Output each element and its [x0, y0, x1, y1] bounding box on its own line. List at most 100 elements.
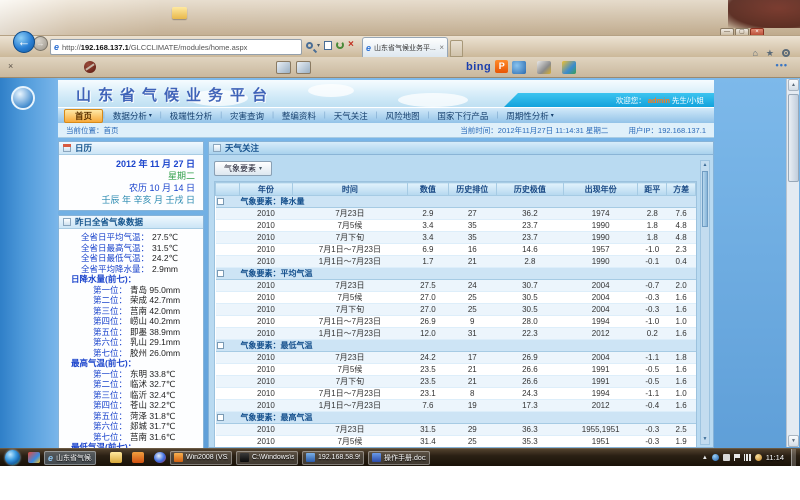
show-desktop-button[interactable]	[791, 449, 796, 467]
column-header[interactable]: 历史排位	[448, 183, 496, 196]
rank-value[interactable]: 崂山 40.2mm	[127, 316, 180, 327]
addon-card-icon[interactable]	[276, 61, 291, 74]
hidden-icons-chevron[interactable]: ▲	[702, 455, 708, 461]
table-row[interactable]: 20101月1日～7月23日12.03122.320120.21.6	[216, 328, 696, 340]
nav-item-weather-watch[interactable]: 天气关注	[326, 109, 376, 123]
scroll-down-icon[interactable]: ▼	[788, 435, 799, 447]
nav-item-extreme-analysis[interactable]: 极端性分析	[162, 109, 221, 123]
desktop-shortcut-icon[interactable]	[172, 7, 187, 19]
taskbar-button-remote-window[interactable]: 192.168.58.99...	[302, 451, 364, 465]
column-header[interactable]: 时间	[292, 183, 407, 196]
group-row[interactable]: 气象要素：最低气温	[216, 340, 696, 352]
table-row[interactable]: 20107月1日～7月23日6.91614.61957-1.02.3	[216, 244, 696, 256]
rank-value[interactable]: 郯城 31.7℃	[127, 421, 175, 432]
rank-value[interactable]: 胶州 26.0mm	[127, 348, 180, 359]
rank-value[interactable]: 临沭 32.7℃	[127, 379, 175, 390]
column-header[interactable]: 方差	[667, 183, 696, 196]
share-tool-icon[interactable]	[562, 61, 576, 74]
group-row[interactable]: 气象要素：平均气温	[216, 268, 696, 280]
taskbar-button-vm-window[interactable]: Win2008 (VS2...	[170, 451, 232, 465]
table-row[interactable]: 20101月1日～7月23日1.7212.81990-0.10.4	[216, 256, 696, 268]
column-header[interactable]: 出现年份	[563, 183, 637, 196]
scroll-down-icon[interactable]: ▼	[701, 435, 709, 444]
table-row[interactable]: 20107月5候23.52126.61991-0.51.6	[216, 364, 696, 376]
group-checkbox[interactable]	[217, 270, 224, 277]
column-header[interactable]: 距平	[638, 183, 667, 196]
rank-value[interactable]: 青岛 95.0mm	[127, 285, 180, 296]
table-row[interactable]: 20107月23日2.92736.219742.87.6	[216, 208, 696, 220]
table-row[interactable]: 20107月23日31.52936.31955,1951-0.32.5	[216, 424, 696, 436]
rank-value[interactable]: 即墨 38.9mm	[127, 327, 180, 338]
action-center-flag-icon[interactable]	[734, 454, 740, 461]
nav-item-risk-map[interactable]: 风险地图	[378, 109, 428, 123]
tools-gear-icon[interactable]	[782, 49, 790, 57]
start-button[interactable]	[5, 450, 20, 465]
rank-value[interactable]: 莒南 31.6℃	[127, 432, 175, 443]
rank-value[interactable]: 东明 33.8℃	[127, 369, 175, 380]
taskbar-button-cmd-window[interactable]: C:\Windows\s...	[236, 451, 298, 465]
element-filter-button[interactable]: 气象要素 ▾	[214, 161, 272, 176]
column-header[interactable]: 数值	[407, 183, 448, 196]
group-checkbox[interactable]	[217, 198, 224, 205]
volume-icon[interactable]	[755, 454, 762, 461]
bing-logo[interactable]: bing	[466, 61, 491, 73]
tray-app-icon[interactable]	[723, 454, 730, 461]
scrollbar-thumb[interactable]	[788, 94, 799, 182]
stop-icon[interactable]: ×	[348, 40, 354, 50]
table-row[interactable]: 20107月1日～7月23日23.1824.31994-1.11.0	[216, 388, 696, 400]
group-row[interactable]: 气象要素：降水量	[216, 196, 696, 208]
forward-button[interactable]: →	[33, 36, 48, 51]
nav-item-home[interactable]: 首页	[64, 109, 103, 123]
explorer-folder-icon[interactable]	[110, 452, 122, 463]
table-row[interactable]: 20107月23日24.21726.92004-1.11.8	[216, 352, 696, 364]
table-row[interactable]: 20101月1日～7月23日7.61917.32012-0.41.6	[216, 400, 696, 412]
network-icon[interactable]	[744, 454, 751, 461]
nav-item-disaster-query[interactable]: 灾害查询	[222, 109, 272, 123]
table-row[interactable]: 20107月5候3.43523.719901.84.8	[216, 220, 696, 232]
media-player-icon[interactable]	[154, 452, 166, 463]
refresh-icon[interactable]	[336, 41, 344, 49]
rank-value[interactable]: 荣成 42.7mm	[127, 295, 180, 306]
tab-close-icon[interactable]: ×	[439, 44, 444, 52]
table-row[interactable]: 20107月5候27.02530.52004-0.31.6	[216, 292, 696, 304]
panel-scrollbar[interactable]: ▲ ▼	[700, 160, 710, 445]
back-button[interactable]: ←	[13, 31, 35, 53]
screenshot-tool-icon[interactable]	[537, 61, 551, 74]
rank-value[interactable]: 乳山 29.1mm	[127, 337, 180, 348]
table-row[interactable]: 20107月23日27.52430.72004-0.72.0	[216, 280, 696, 292]
scroll-up-icon[interactable]: ▲	[788, 79, 799, 91]
nav-item-data-analysis[interactable]: 数据分析▾	[105, 109, 160, 123]
taskbar-clock[interactable]: 11:14	[766, 453, 784, 462]
table-row[interactable]: 20107月下旬3.43523.719901.84.8	[216, 232, 696, 244]
new-tab-button[interactable]	[450, 40, 463, 57]
rank-value[interactable]: 莒南 42.0mm	[127, 306, 180, 317]
group-row[interactable]: 气象要素：最高气温	[216, 412, 696, 424]
blocked-content-icon[interactable]	[84, 61, 96, 73]
toolbar-overflow-icon[interactable]: •••	[776, 60, 788, 70]
table-row[interactable]: 20107月下旬27.02530.52004-0.31.6	[216, 304, 696, 316]
app-icon[interactable]	[132, 452, 144, 463]
addon-card-icon[interactable]	[296, 61, 311, 74]
bing-rewards-icon[interactable]: P	[495, 60, 508, 73]
rank-value[interactable]: 临沂 32.4℃	[127, 390, 175, 401]
nav-item-compiled-data[interactable]: 整编资料	[274, 109, 324, 123]
rank-value[interactable]: 菏泽 31.8℃	[127, 411, 175, 422]
address-bar[interactable]: e http://192.168.137.1/GLCCLIMATE/module…	[50, 39, 302, 55]
scroll-up-icon[interactable]: ▲	[701, 161, 709, 170]
nav-item-national-products[interactable]: 国家下行产品	[429, 109, 496, 123]
browser-tab[interactable]: e 山东省气候业务平... ×	[362, 37, 448, 58]
scrollbar-thumb[interactable]	[702, 171, 708, 227]
table-row[interactable]: 20107月1日～7月23日26.9928.01994-1.01.0	[216, 316, 696, 328]
taskbar-button-word-doc[interactable]: 操作手册.docx ...	[368, 451, 430, 465]
search-icon[interactable]	[306, 42, 313, 49]
table-row[interactable]: 20107月下旬23.52126.61991-0.51.6	[216, 376, 696, 388]
tray-ie-icon[interactable]	[712, 454, 719, 461]
search-dropdown-icon[interactable]: ▾	[317, 42, 320, 49]
favorites-star-icon[interactable]: ★	[766, 48, 774, 58]
column-header[interactable]: 年份	[240, 183, 293, 196]
group-checkbox[interactable]	[217, 414, 224, 421]
quicklaunch-icon[interactable]	[28, 452, 40, 463]
gallery-icon[interactable]	[512, 61, 526, 74]
group-checkbox[interactable]	[217, 342, 224, 349]
taskbar-ie-button[interactable]: e 山东省气候...	[44, 451, 96, 465]
